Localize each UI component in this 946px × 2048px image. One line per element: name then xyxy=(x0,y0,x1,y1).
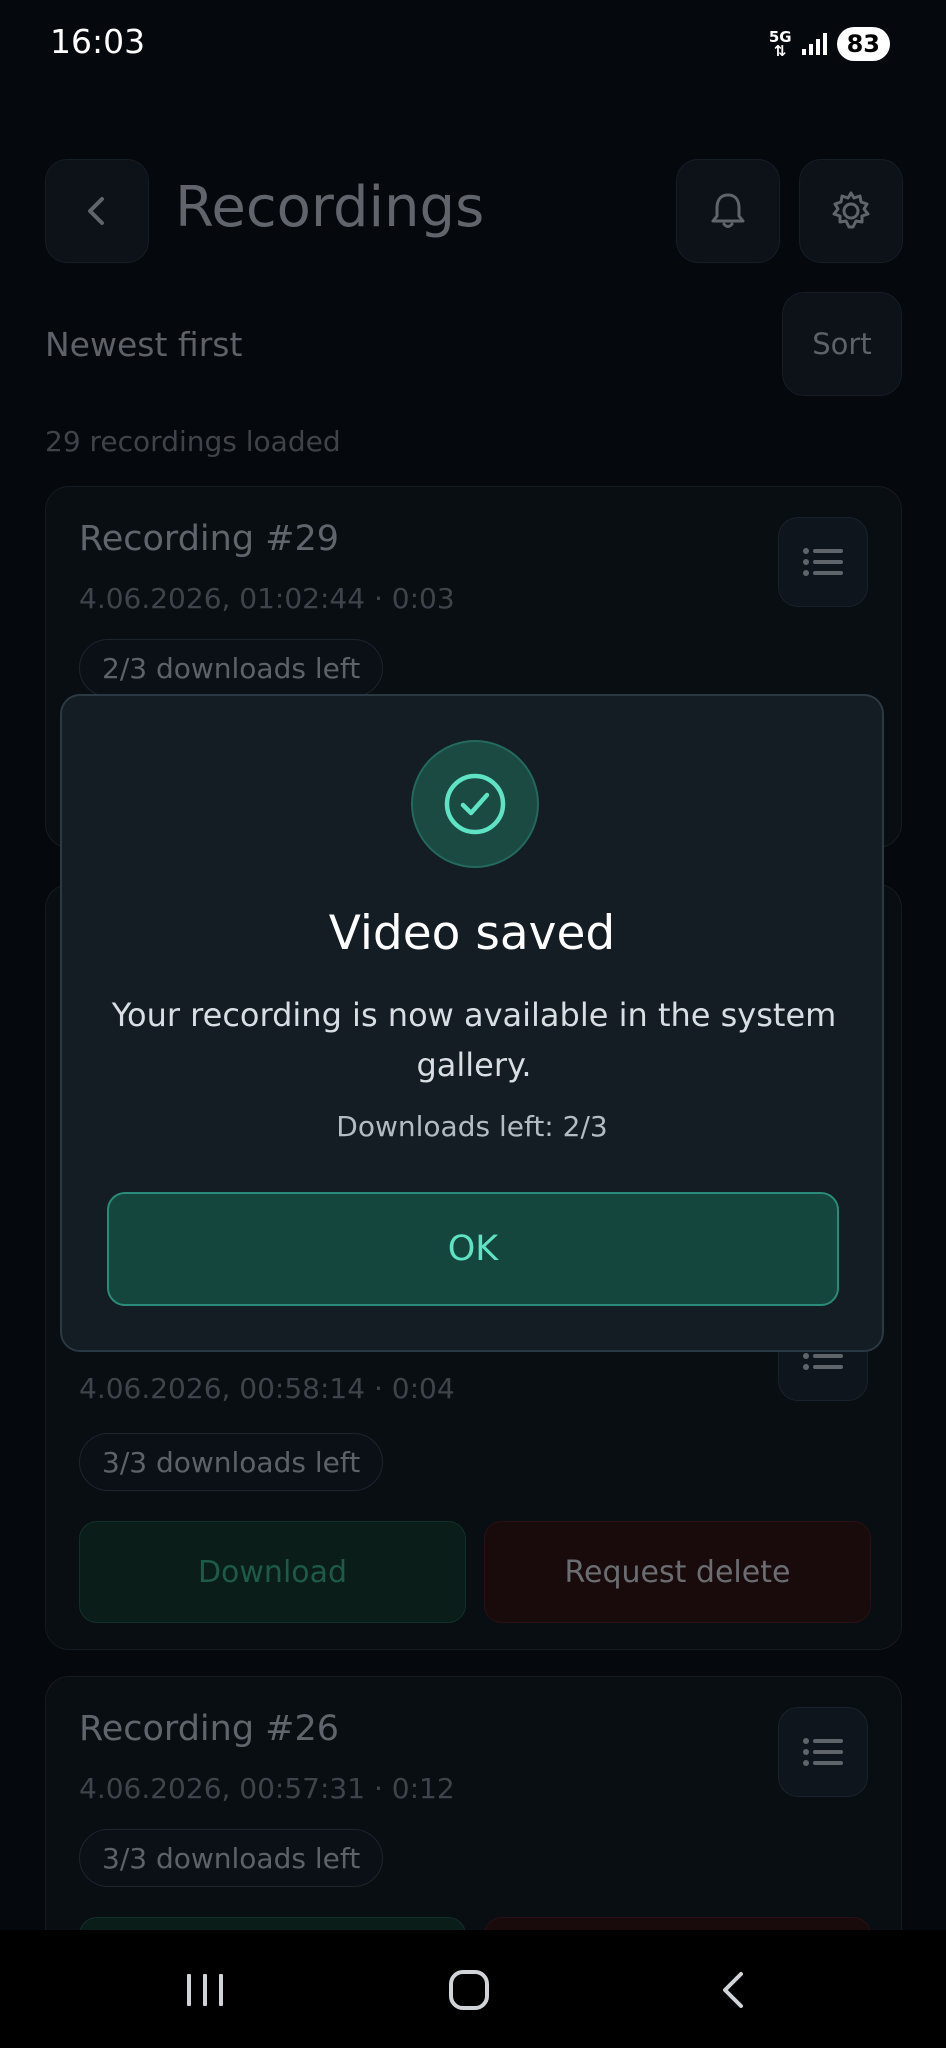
recents-button[interactable] xyxy=(145,1950,265,2030)
system-nav-bar xyxy=(0,1930,946,2048)
ok-button[interactable]: OK xyxy=(107,1192,839,1306)
dialog-message: Your recording is now available in the s… xyxy=(111,996,837,1084)
nav-back-button[interactable] xyxy=(673,1950,793,2030)
check-circle-icon xyxy=(444,773,506,835)
recents-icon xyxy=(187,1974,223,2006)
home-icon xyxy=(449,1970,489,2010)
home-button[interactable] xyxy=(409,1950,529,2030)
dialog-downloads-left: Downloads left: 2/3 xyxy=(336,1110,608,1143)
back-icon xyxy=(723,1972,743,2008)
dialog-icon-badge xyxy=(411,740,539,868)
video-saved-dialog: Video saved Your recording is now availa… xyxy=(60,694,884,1352)
dialog-title: Video saved xyxy=(328,906,616,961)
